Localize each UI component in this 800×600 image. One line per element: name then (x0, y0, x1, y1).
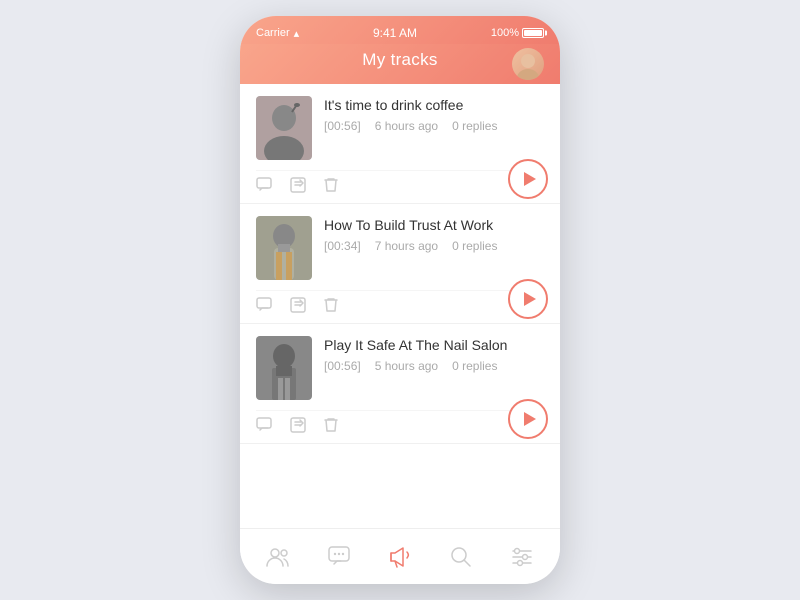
battery-label: 100% (491, 27, 519, 39)
track-actions-3 (256, 410, 544, 443)
megaphone-icon (388, 546, 412, 568)
avatar-image (512, 48, 544, 80)
comment-icon-3[interactable] (256, 417, 272, 433)
nav-item-equalizer[interactable] (500, 535, 544, 579)
track-actions-1 (256, 170, 544, 203)
track-thumbnail-2 (256, 216, 312, 280)
chat-icon (328, 546, 350, 568)
track-replies-3: 0 replies (452, 359, 497, 373)
nav-item-megaphone[interactable] (378, 535, 422, 579)
play-icon-3 (524, 412, 536, 426)
nav-item-people[interactable] (256, 535, 300, 579)
carrier-label: Carrier (256, 27, 290, 39)
track-time-3: 5 hours ago (375, 359, 438, 373)
play-button-1[interactable] (508, 159, 548, 199)
phone-frame: Carrier ▴ 9:41 AM 100% My tracks (240, 16, 560, 584)
track-main-1: It's time to drink coffee [00:56] 6 hour… (256, 96, 544, 170)
share-icon-1[interactable] (290, 177, 306, 193)
track-title-3: Play It Safe At The Nail Salon (324, 336, 544, 354)
share-icon-2[interactable] (290, 297, 306, 313)
track-replies-1: 0 replies (452, 119, 497, 133)
page-title: My tracks (362, 50, 437, 69)
nav-item-chat[interactable] (317, 535, 361, 579)
track-replies-2: 0 replies (452, 239, 497, 253)
track-main-2: How To Build Trust At Work [00:34] 7 hou… (256, 216, 544, 290)
delete-icon-1[interactable] (324, 177, 338, 193)
track-thumbnail-3 (256, 336, 312, 400)
bottom-nav (240, 528, 560, 584)
delete-icon-2[interactable] (324, 297, 338, 313)
play-icon-1 (524, 172, 536, 186)
people-icon (266, 547, 290, 567)
header: My tracks (240, 44, 560, 84)
avatar (512, 48, 544, 80)
track-thumbnail-1 (256, 96, 312, 160)
share-icon-3[interactable] (290, 417, 306, 433)
status-bar-left: Carrier ▴ (256, 27, 299, 40)
track-duration-3: [00:56] (324, 359, 361, 373)
comment-icon-1[interactable] (256, 177, 272, 193)
track-meta-2: [00:34] 7 hours ago 0 replies (324, 239, 544, 253)
track-actions-2 (256, 290, 544, 323)
comment-icon-2[interactable] (256, 297, 272, 313)
play-button-3[interactable] (508, 399, 548, 439)
track-meta-3: [00:56] 5 hours ago 0 replies (324, 359, 544, 373)
track-item-2: How To Build Trust At Work [00:34] 7 hou… (240, 204, 560, 324)
play-button-2[interactable] (508, 279, 548, 319)
equalizer-icon (511, 546, 533, 568)
track-info-1: It's time to drink coffee [00:56] 6 hour… (324, 96, 544, 133)
track-list: It's time to drink coffee [00:56] 6 hour… (240, 84, 560, 528)
track-info-3: Play It Safe At The Nail Salon [00:56] 5… (324, 336, 544, 373)
delete-icon-3[interactable] (324, 417, 338, 433)
wifi-icon: ▴ (294, 27, 300, 40)
nav-item-search[interactable] (439, 535, 483, 579)
track-duration-1: [00:56] (324, 119, 361, 133)
track-time-1: 6 hours ago (375, 119, 438, 133)
status-bar: Carrier ▴ 9:41 AM 100% (240, 16, 560, 44)
track-item-1: It's time to drink coffee [00:56] 6 hour… (240, 84, 560, 204)
track-meta-1: [00:56] 6 hours ago 0 replies (324, 119, 544, 133)
battery-fill (524, 30, 542, 36)
battery-icon (522, 28, 544, 38)
track-info-2: How To Build Trust At Work [00:34] 7 hou… (324, 216, 544, 253)
status-bar-right: 100% (491, 27, 544, 39)
track-item-3: Play It Safe At The Nail Salon [00:56] 5… (240, 324, 560, 444)
play-icon-2 (524, 292, 536, 306)
track-main-3: Play It Safe At The Nail Salon [00:56] 5… (256, 336, 544, 410)
track-time-2: 7 hours ago (375, 239, 438, 253)
track-title-1: It's time to drink coffee (324, 96, 544, 114)
search-icon (450, 546, 472, 568)
track-title-2: How To Build Trust At Work (324, 216, 544, 234)
track-duration-2: [00:34] (324, 239, 361, 253)
status-bar-time: 9:41 AM (373, 26, 417, 40)
